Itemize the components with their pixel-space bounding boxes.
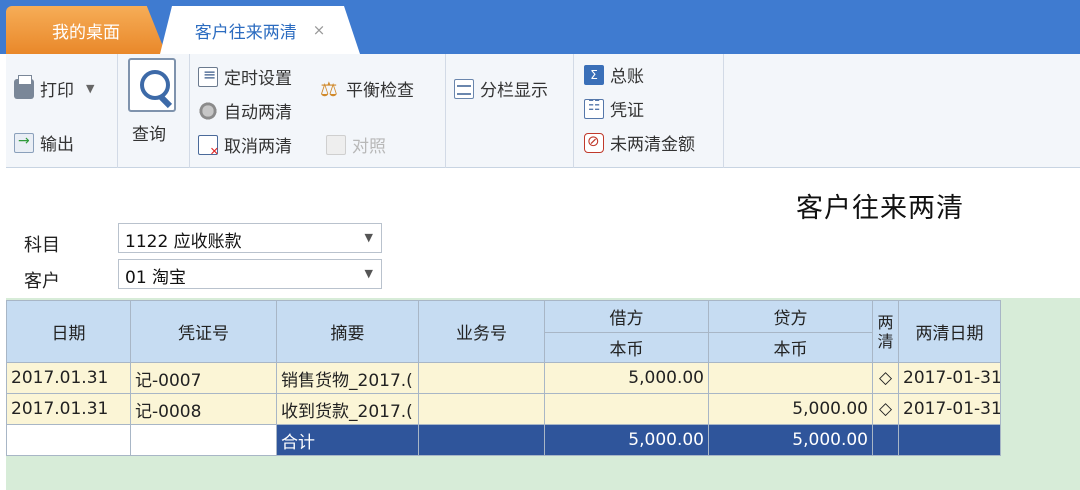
compare-checkbox-icon <box>326 134 346 155</box>
table-row[interactable]: 2017.01.31 记-0007 销售货物_2017.( 5,000.00 ◇… <box>6 362 1001 394</box>
timer-settings-button[interactable]: 定时设置 <box>198 64 292 89</box>
settlement-grid: 日期 凭证号 摘要 业务号 借方 贷方 两清 两清日期 本币 本币 2017.0… <box>6 300 1001 456</box>
magnifier-document-icon[interactable] <box>128 58 176 112</box>
cell-settle-date[interactable]: 2017-01-31 <box>898 393 1001 425</box>
column-display-label: 分栏显示 <box>480 81 548 101</box>
customer-select[interactable]: 01 淘宝 ▼ <box>118 259 382 289</box>
timer-settings-label: 定时设置 <box>224 69 292 89</box>
print-button[interactable]: 打印 ▼ <box>14 74 94 101</box>
app-window: 我的桌面 客户往来两清 × 打印 ▼ 输出 查询 <box>0 0 1080 490</box>
query-button[interactable]: 查询 <box>132 120 166 145</box>
toolbar-group-output: 打印 ▼ 输出 <box>6 54 118 168</box>
cell-date[interactable]: 2017.01.31 <box>6 362 131 394</box>
cancel-settle-label: 取消两清 <box>224 137 292 157</box>
cell-date[interactable]: 2017.01.31 <box>6 393 131 425</box>
column-header-credit[interactable]: 贷方 <box>708 300 873 333</box>
column-header-voucher-no[interactable]: 凭证号 <box>130 300 277 363</box>
column-display-button[interactable]: 分栏显示 <box>454 76 548 101</box>
cell-business-no[interactable] <box>418 393 545 425</box>
unsettled-amount-icon <box>584 132 604 153</box>
query-label: 查询 <box>132 125 166 145</box>
general-ledger-button[interactable]: 总账 <box>584 62 644 87</box>
total-empty-cell <box>872 424 899 456</box>
cancel-settle-icon <box>198 134 219 158</box>
tab-bar: 我的桌面 客户往来两清 × <box>0 0 1080 54</box>
column-display-icon <box>454 78 474 99</box>
column-header-debit-currency[interactable]: 本币 <box>544 332 709 363</box>
tab-my-desktop[interactable]: 我的桌面 <box>6 6 166 54</box>
print-label: 打印 <box>40 81 74 101</box>
cell-debit[interactable]: 5,000.00 <box>544 362 709 394</box>
total-blank-cell <box>130 424 277 456</box>
subject-dropdown-icon[interactable]: ▼ <box>365 231 373 244</box>
voucher-icon <box>584 98 604 119</box>
tab-customer-settlement[interactable]: 客户往来两清 × <box>160 6 360 54</box>
column-header-business-no[interactable]: 业务号 <box>418 300 545 363</box>
auto-settle-button[interactable]: 自动两清 <box>198 98 292 123</box>
toolbar-group-settle: 定时设置 自动两清 取消两清 平衡检查 对照 <box>190 54 446 168</box>
report-title: 客户往来两清 <box>796 193 964 224</box>
subject-value: 1122 应收账款 <box>125 232 242 252</box>
customer-label: 客户 <box>24 271 60 292</box>
total-blank-cell <box>6 424 131 456</box>
subject-select[interactable]: 1122 应收账款 ▼ <box>118 223 382 253</box>
column-header-summary[interactable]: 摘要 <box>276 300 419 363</box>
export-button[interactable]: 输出 <box>14 130 74 155</box>
total-row: 合计 5,000.00 5,000.00 <box>6 424 1001 456</box>
cell-business-no[interactable] <box>418 362 545 394</box>
balance-check-button[interactable]: 平衡检查 <box>320 76 414 101</box>
cell-debit[interactable] <box>544 393 709 425</box>
toolbar-group-display: 分栏显示 <box>446 54 574 168</box>
voucher-button[interactable]: 凭证 <box>584 96 644 121</box>
cell-voucher-no[interactable]: 记-0007 <box>130 362 277 394</box>
cell-settle-date[interactable]: 2017-01-31 <box>898 362 1001 394</box>
subject-label: 科目 <box>24 235 60 256</box>
export-icon <box>14 132 34 153</box>
unsettled-amount-label: 未两清金额 <box>610 135 695 155</box>
total-credit: 5,000.00 <box>708 424 873 456</box>
cell-settled-checkbox[interactable]: ◇ <box>872 362 899 394</box>
sigma-ledger-icon <box>584 64 604 85</box>
total-debit: 5,000.00 <box>544 424 709 456</box>
balance-scale-icon <box>320 79 340 99</box>
total-empty-cell <box>898 424 1001 456</box>
cell-credit[interactable] <box>708 362 873 394</box>
close-tab-icon[interactable]: × <box>313 21 326 39</box>
auto-settle-label: 自动两清 <box>224 103 292 123</box>
compare-button[interactable]: 对照 <box>326 132 386 157</box>
toolbar-group-links: 总账 凭证 未两清金额 <box>574 54 724 168</box>
column-header-credit-currency[interactable]: 本币 <box>708 332 873 363</box>
voucher-label: 凭证 <box>610 101 644 121</box>
export-label: 输出 <box>40 135 74 155</box>
total-label: 合计 <box>276 424 419 456</box>
compare-label: 对照 <box>352 137 386 157</box>
column-header-date[interactable]: 日期 <box>6 300 131 363</box>
unsettled-amount-button[interactable]: 未两清金额 <box>584 130 695 155</box>
timer-settings-icon <box>198 65 218 87</box>
general-ledger-label: 总账 <box>610 67 644 87</box>
customer-value: 01 淘宝 <box>125 268 187 288</box>
cell-settled-checkbox[interactable]: ◇ <box>872 393 899 425</box>
print-dropdown-icon[interactable]: ▼ <box>86 82 94 95</box>
total-empty-cell <box>418 424 545 456</box>
printer-icon <box>14 74 34 99</box>
customer-dropdown-icon[interactable]: ▼ <box>365 267 373 280</box>
balance-check-label: 平衡检查 <box>346 81 414 101</box>
tab-customer-settlement-label: 客户往来两清 <box>194 22 297 43</box>
auto-settle-icon <box>198 100 218 121</box>
cell-voucher-no[interactable]: 记-0008 <box>130 393 277 425</box>
table-row[interactable]: 2017.01.31 记-0008 收到货款_2017.( 5,000.00 ◇… <box>6 393 1001 425</box>
column-header-debit[interactable]: 借方 <box>544 300 709 333</box>
cell-summary[interactable]: 销售货物_2017.( <box>276 362 419 394</box>
tab-my-desktop-label: 我的桌面 <box>52 22 120 43</box>
column-header-settle-date[interactable]: 两清日期 <box>898 300 1001 363</box>
column-header-settled[interactable]: 两清 <box>872 300 899 363</box>
cancel-settle-button[interactable]: 取消两清 <box>198 132 292 158</box>
cell-credit[interactable]: 5,000.00 <box>708 393 873 425</box>
cell-summary[interactable]: 收到货款_2017.( <box>276 393 419 425</box>
